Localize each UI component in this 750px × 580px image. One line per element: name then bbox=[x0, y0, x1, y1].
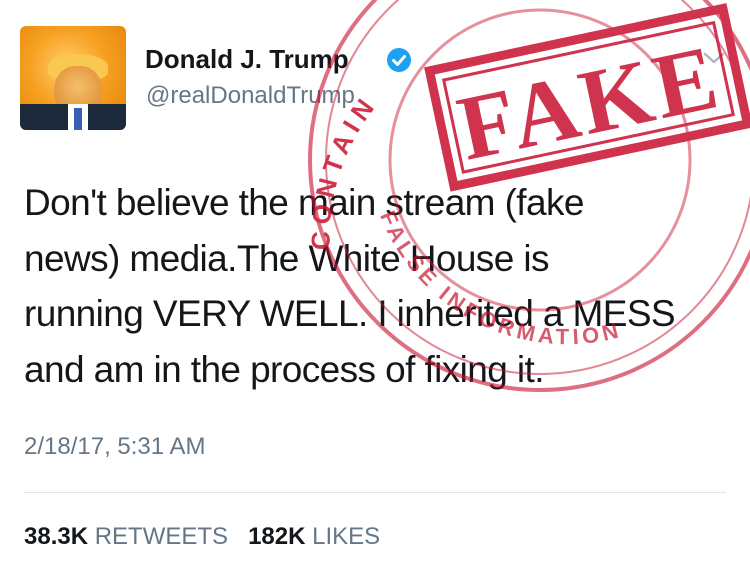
retweets-label[interactable]: RETWEETS bbox=[95, 523, 228, 550]
likes-count[interactable]: 182K bbox=[248, 523, 305, 550]
tweet-text: Don't believe the main stream (fake news… bbox=[24, 175, 724, 397]
profile-avatar[interactable] bbox=[20, 26, 126, 130]
tweet-timestamp[interactable]: 2/18/17, 5:31 AM bbox=[24, 433, 205, 461]
user-handle[interactable]: @realDonaldTrump bbox=[146, 82, 355, 110]
tweet-line: and am in the process of fixing it. bbox=[24, 348, 544, 390]
tweet-stats: 38.3K RETWEETS 182K LIKES bbox=[24, 523, 380, 551]
retweets-count[interactable]: 38.3K bbox=[24, 523, 88, 550]
avatar-tie bbox=[74, 108, 82, 130]
stamp-word: FAKE bbox=[449, 25, 729, 180]
display-name[interactable]: Donald J. Trump bbox=[145, 44, 349, 75]
stats-divider bbox=[24, 492, 726, 493]
verified-badge-icon bbox=[387, 48, 411, 72]
tweet-line: news) media.The White House is bbox=[24, 237, 549, 279]
tweet-line: running VERY WELL. I inherited a MESS bbox=[24, 293, 676, 334]
chevron-down-icon[interactable] bbox=[702, 50, 726, 66]
tweet-line: Don't believe the main stream (fake bbox=[24, 182, 584, 223]
likes-label[interactable]: LIKES bbox=[312, 523, 380, 550]
